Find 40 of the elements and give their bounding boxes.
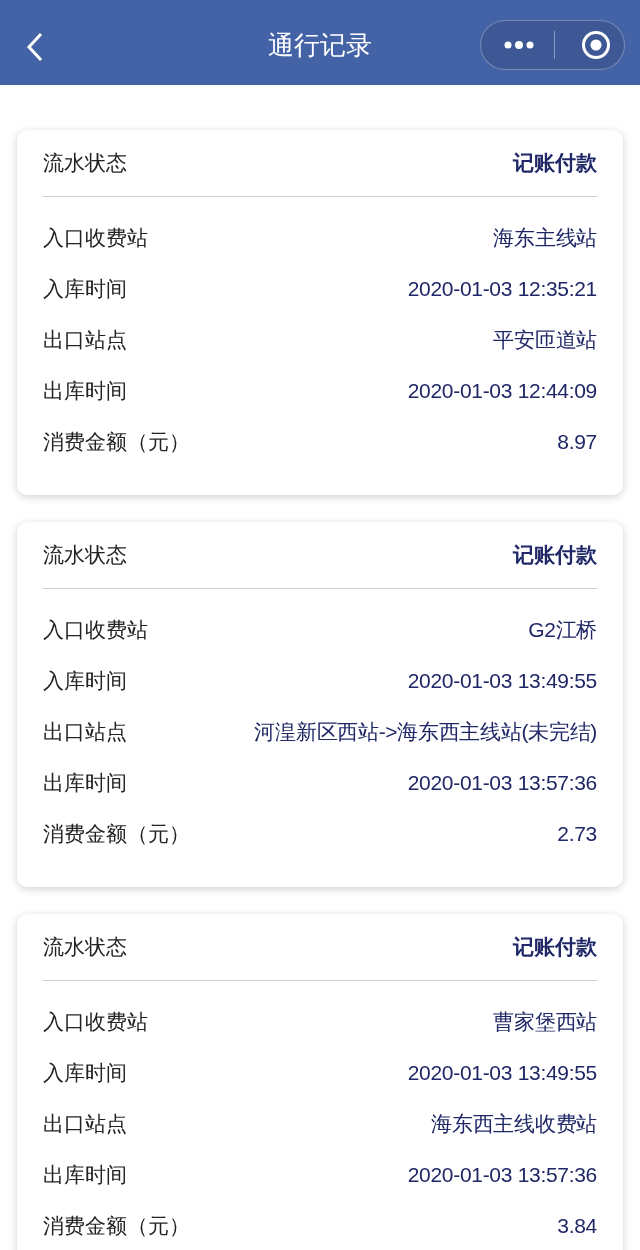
field-value: 2020-01-03 13:57:36 [407,769,597,796]
close-icon[interactable] [581,30,611,60]
field-value: 海东主线站 [493,224,597,251]
status-value: 记账付款 [513,150,597,177]
field-label: 出库时间 [43,769,127,796]
status-label: 流水状态 [43,150,127,177]
field-label: 出口站点 [43,718,127,745]
field-label: 入库时间 [43,275,127,302]
field-value: 3.84 [557,1212,597,1239]
status-value: 记账付款 [513,542,597,569]
field-label: 消费金额（元） [43,428,190,455]
field-label: 消费金额（元） [43,820,190,847]
field-label: 入库时间 [43,667,127,694]
field-value: 2020-01-03 12:35:21 [407,275,597,302]
field-label: 出库时间 [43,1161,127,1188]
field-label: 入口收费站 [43,224,148,251]
field-label: 出口站点 [43,1110,127,1137]
field-value: 海东西主线收费站 [431,1110,597,1137]
back-icon[interactable] [26,32,44,62]
field-label: 入口收费站 [43,616,148,643]
more-icon[interactable] [504,41,534,49]
field-value: 2020-01-03 12:44:09 [407,377,597,404]
status-label: 流水状态 [43,934,127,961]
field-value: 曹家堡西站 [493,1008,597,1035]
field-value: G2江桥 [528,616,597,643]
field-value: 2020-01-03 13:57:36 [407,1161,597,1188]
field-label: 出库时间 [43,377,127,404]
field-value: 8.97 [557,428,597,455]
status-value: 记账付款 [513,934,597,961]
field-value: 2020-01-03 13:49:55 [407,1059,597,1086]
field-value: 平安匝道站 [493,326,597,353]
status-label: 流水状态 [43,542,127,569]
field-label: 出口站点 [43,326,127,353]
field-label: 消费金额（元） [43,1212,190,1239]
field-value: 2020-01-03 13:49:55 [407,667,597,694]
field-value: 2.73 [557,820,597,847]
field-label: 入库时间 [43,1059,127,1086]
page-title: 通行记录 [267,29,373,62]
field-value: 河湟新区西站->海东西主线站(未完结) [254,718,597,745]
field-label: 入口收费站 [43,1008,148,1035]
